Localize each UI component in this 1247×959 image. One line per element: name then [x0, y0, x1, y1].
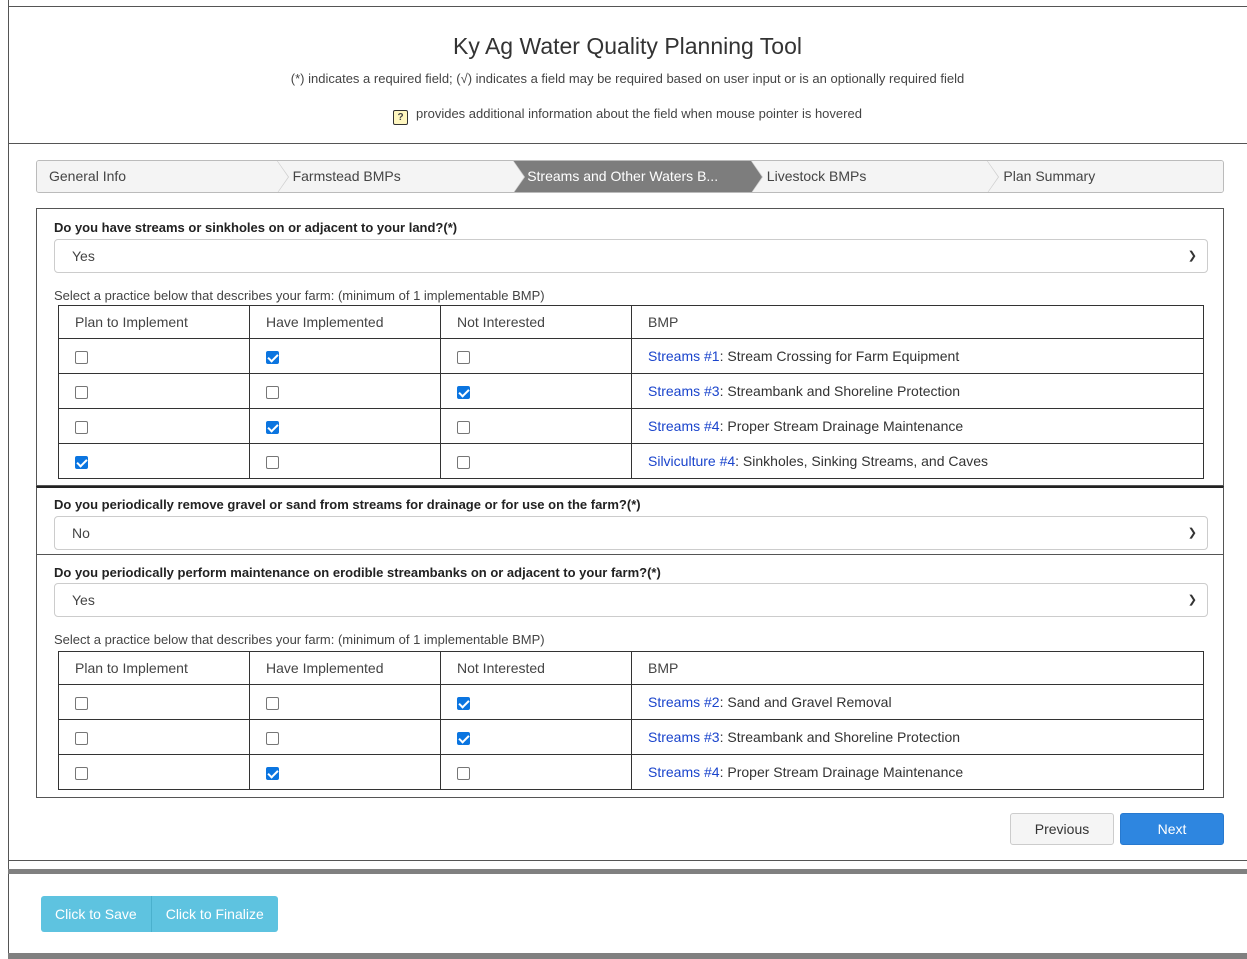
- practice-caption: Select a practice below that describes y…: [54, 632, 545, 647]
- bmp-table: Plan to Implement Have Implemented Not I…: [58, 651, 1204, 790]
- table-row: Streams #4: Proper Stream Drainage Maint…: [58, 408, 1204, 444]
- have-implemented-checkbox[interactable]: [266, 350, 279, 364]
- select-value: Yes: [72, 248, 95, 264]
- question-section-streams-sinkholes: Do you have streams or sinkholes on or a…: [36, 208, 1224, 486]
- tab-livestock-bmps[interactable]: Livestock BMPs: [750, 161, 999, 192]
- tab-label: Plan Summary: [1003, 168, 1096, 184]
- required-field-legend: (*) indicates a required field; (√) indi…: [290, 71, 965, 86]
- plan-to-implement-checkbox[interactable]: [75, 385, 88, 399]
- chevron-down-icon: ❯: [1187, 527, 1197, 539]
- save-button-group: Click to Save Click to Finalize: [41, 896, 278, 932]
- tab-label: Livestock BMPs: [766, 168, 867, 184]
- streams-sinkholes-select[interactable]: Yes ❯: [54, 239, 1208, 273]
- chevron-down-icon: ❯: [1187, 250, 1197, 262]
- have-implemented-checkbox[interactable]: [266, 696, 279, 710]
- wizard-steps: General Info Farmstead BMPs Streams and …: [36, 160, 1224, 193]
- chevron-down-icon: ❯: [1187, 594, 1197, 606]
- table-row: Streams #2: Sand and Gravel Removal: [58, 684, 1204, 720]
- tab-general-info[interactable]: General Info: [37, 161, 289, 192]
- table-row: Streams #1: Stream Crossing for Farm Equ…: [58, 338, 1204, 374]
- tab-plan-summary[interactable]: Plan Summary: [987, 161, 1223, 192]
- bmp-table: Plan to Implement Have Implemented Not I…: [58, 305, 1204, 479]
- not-interested-checkbox[interactable]: [457, 766, 470, 780]
- table-header-row: Plan to Implement Have Implemented Not I…: [58, 305, 1204, 339]
- column-header: Have Implemented: [249, 305, 441, 339]
- gravel-removal-select[interactable]: No ❯: [54, 516, 1208, 550]
- bmp-link[interactable]: Streams #4: [648, 764, 720, 780]
- previous-button[interactable]: Previous: [1010, 813, 1114, 845]
- bmp-link[interactable]: Streams #3: [648, 383, 720, 399]
- help-legend: ? provides additional information about t…: [8, 106, 1247, 125]
- page-title: Ky Ag Water Quality Planning Tool: [452, 33, 803, 59]
- tab-label: Streams and Other Waters B...: [527, 168, 719, 184]
- bmp-description: : Sand and Gravel Removal: [719, 694, 892, 710]
- question-label: Do you have streams or sinkholes on or a…: [54, 220, 458, 235]
- tab-streams-and-other-waters[interactable]: Streams and Other Waters B...: [513, 161, 763, 192]
- bmp-description: : Proper Stream Drainage Maintenance: [719, 418, 964, 434]
- divider: [8, 869, 1247, 874]
- table-row: Streams #4: Proper Stream Drainage Maint…: [58, 754, 1204, 790]
- plan-to-implement-checkbox[interactable]: [75, 420, 88, 434]
- plan-to-implement-checkbox[interactable]: [75, 696, 88, 710]
- have-implemented-checkbox[interactable]: [266, 385, 279, 399]
- question-section-streambank-maintenance: Do you periodically perform maintenance …: [36, 555, 1224, 798]
- column-header: Not Interested: [440, 305, 632, 339]
- plan-to-implement-checkbox[interactable]: [75, 455, 88, 469]
- bmp-link[interactable]: Streams #4: [648, 418, 720, 434]
- tab-farmstead-bmps[interactable]: Farmstead BMPs: [276, 161, 525, 192]
- table-row: Silviculture #4: Sinkholes, Sinking Stre…: [58, 443, 1204, 479]
- column-header: BMP: [631, 651, 1204, 685]
- have-implemented-checkbox[interactable]: [266, 766, 279, 780]
- table-header-row: Plan to Implement Have Implemented Not I…: [58, 651, 1204, 685]
- select-value: No: [72, 525, 90, 541]
- not-interested-checkbox[interactable]: [457, 350, 470, 364]
- plan-to-implement-checkbox[interactable]: [75, 731, 88, 745]
- bmp-description: : Streambank and Shoreline Protection: [719, 383, 961, 399]
- not-interested-checkbox[interactable]: [457, 420, 470, 434]
- bmp-link[interactable]: Streams #1: [648, 348, 720, 364]
- question-section-gravel-removal: Do you periodically remove gravel or san…: [36, 486, 1224, 555]
- plan-to-implement-checkbox[interactable]: [75, 350, 88, 364]
- bmp-description: : Stream Crossing for Farm Equipment: [719, 348, 960, 364]
- tab-label: Farmstead BMPs: [292, 168, 401, 184]
- help-legend-text: provides additional information about th…: [416, 106, 862, 121]
- column-header: BMP: [631, 305, 1204, 339]
- divider: [8, 953, 1247, 959]
- bmp-link[interactable]: Silviculture #4: [648, 453, 735, 469]
- help-icon: ?: [393, 110, 409, 125]
- finalize-button[interactable]: Click to Finalize: [150, 896, 278, 932]
- tab-label: General Info: [49, 168, 127, 184]
- not-interested-checkbox[interactable]: [457, 696, 470, 710]
- column-header: Not Interested: [440, 651, 632, 685]
- column-header: Have Implemented: [249, 651, 441, 685]
- not-interested-checkbox[interactable]: [457, 385, 470, 399]
- not-interested-checkbox[interactable]: [457, 731, 470, 745]
- next-button[interactable]: Next: [1120, 813, 1224, 845]
- divider: [8, 860, 1247, 861]
- column-header: Plan to Implement: [58, 651, 250, 685]
- bmp-description: : Proper Stream Drainage Maintenance: [719, 764, 964, 780]
- page-header: Ky Ag Water Quality Planning Tool (*) in…: [8, 6, 1247, 144]
- question-label: Do you periodically remove gravel or san…: [54, 497, 641, 512]
- plan-to-implement-checkbox[interactable]: [75, 766, 88, 780]
- have-implemented-checkbox[interactable]: [266, 420, 279, 434]
- save-button[interactable]: Click to Save: [41, 896, 151, 932]
- practice-caption: Select a practice below that describes y…: [54, 288, 545, 303]
- bmp-description: : Streambank and Shoreline Protection: [719, 729, 961, 745]
- bmp-link[interactable]: Streams #3: [648, 729, 720, 745]
- select-value: Yes: [72, 592, 95, 608]
- have-implemented-checkbox[interactable]: [266, 731, 279, 745]
- bmp-description: : Sinkholes, Sinking Streams, and Caves: [735, 453, 989, 469]
- not-interested-checkbox[interactable]: [457, 455, 470, 469]
- question-label: Do you periodically perform maintenance …: [54, 565, 661, 580]
- streambank-maintenance-select[interactable]: Yes ❯: [54, 583, 1208, 617]
- bmp-link[interactable]: Streams #2: [648, 694, 720, 710]
- have-implemented-checkbox[interactable]: [266, 455, 279, 469]
- table-row: Streams #3: Streambank and Shoreline Pro…: [58, 719, 1204, 755]
- table-row: Streams #3: Streambank and Shoreline Pro…: [58, 373, 1204, 409]
- column-header: Plan to Implement: [58, 305, 250, 339]
